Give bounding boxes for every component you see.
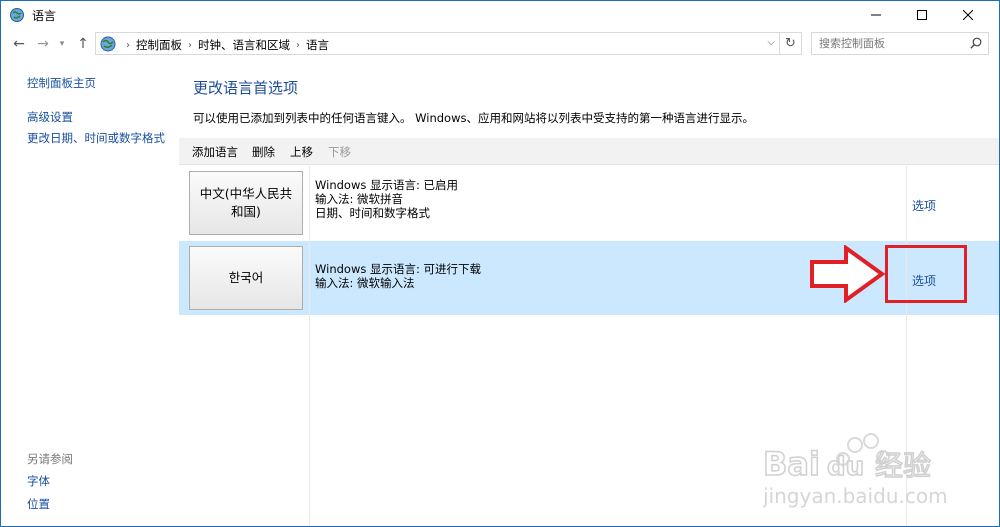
search-input[interactable]	[812, 33, 962, 54]
address-dropdown-icon[interactable]: ⌵	[767, 37, 775, 48]
refresh-icon: ↻	[785, 36, 796, 51]
page-title: 更改语言首选项	[193, 79, 299, 97]
recent-locations-button[interactable]: ▾	[55, 34, 69, 54]
language-tile[interactable]: 中文(中华人民共和国)	[189, 171, 303, 235]
control-panel-icon	[100, 36, 116, 52]
arrow-left-icon: ←	[13, 36, 25, 52]
change-date-time-format-link[interactable]: 更改日期、时间或数字格式	[27, 130, 165, 146]
annotation-highlight-box	[885, 245, 967, 303]
see-also-heading: 另请参阅	[27, 452, 73, 466]
display-language-status: Windows 显示语言: 已启用	[315, 178, 459, 192]
svg-text:du: du	[827, 452, 864, 482]
breadcrumb-control-panel[interactable]: 控制面板	[136, 37, 182, 53]
language-globe-icon	[10, 8, 24, 22]
language-window: 语言 ← → ▾ ↑ › 控制面板 › 时钟、语言和区域 › 语言 ⌵ ↻ 搜索…	[0, 0, 1000, 527]
language-details: Windows 显示语言: 已启用 输入法: 微软拼音 日期、时间和数字格式	[315, 178, 458, 220]
window-title: 语言	[32, 9, 57, 23]
column-divider	[309, 166, 310, 526]
minimize-button[interactable]	[853, 1, 899, 29]
move-up-button[interactable]: 上移	[290, 144, 313, 160]
chevron-down-icon: ▾	[59, 39, 65, 49]
date-time-format-status: 日期、时间和数字格式	[315, 206, 430, 220]
left-pane: 控制面板主页 高级设置 更改日期、时间或数字格式 另请参阅 字体 位置	[1, 59, 179, 526]
breadcrumb: › 控制面板 › 时钟、语言和区域 › 语言	[120, 37, 329, 53]
navigation-bar: ← → ▾ ↑ › 控制面板 › 时钟、语言和区域 › 语言 ⌵ ↻	[1, 29, 999, 59]
options-link[interactable]: 选项	[912, 197, 936, 214]
maximize-button[interactable]	[899, 1, 945, 29]
svg-text:jingyan.baidu.com: jingyan.baidu.com	[763, 484, 948, 508]
arrow-up-icon: ↑	[77, 36, 89, 52]
breadcrumb-separator-icon: ›	[126, 39, 130, 51]
title-bar: 语言	[1, 1, 999, 29]
input-method: 输入法: 微软拼音	[315, 192, 404, 206]
breadcrumb-clock-language-region[interactable]: 时钟、语言和区域	[198, 37, 290, 53]
svg-text:经验: 经验	[875, 449, 931, 482]
forward-button[interactable]: →	[33, 34, 53, 54]
baidu-watermark-logo: Bai du 经验 jingyan.baidu.com	[763, 433, 948, 508]
arrow-right-icon: →	[37, 36, 49, 52]
svg-text:Bai: Bai	[763, 445, 820, 483]
search-icon[interactable]	[970, 37, 982, 49]
display-language-status: Windows 显示语言: 可进行下载	[315, 262, 482, 276]
location-link[interactable]: 位置	[27, 496, 50, 512]
advanced-settings-link[interactable]: 高级设置	[27, 109, 73, 125]
control-panel-home-link[interactable]: 控制面板主页	[27, 75, 96, 91]
search-box[interactable]	[811, 32, 989, 55]
minimize-icon	[871, 14, 881, 16]
move-down-button[interactable]: 下移	[328, 144, 351, 160]
breadcrumb-separator-icon[interactable]: ›	[188, 40, 192, 51]
annotation-arrow-icon	[810, 245, 886, 303]
breadcrumb-separator-icon[interactable]: ›	[296, 40, 300, 51]
language-tile[interactable]: 한국어	[189, 246, 303, 310]
fonts-link[interactable]: 字体	[27, 473, 50, 489]
language-toolbar: 添加语言 删除 上移 下移	[179, 138, 999, 165]
language-details: Windows 显示语言: 可进行下载 输入法: 微软输入法	[315, 262, 481, 290]
breadcrumb-language[interactable]: 语言	[306, 37, 329, 53]
up-button[interactable]: ↑	[73, 34, 93, 54]
close-icon	[963, 10, 973, 20]
page-description: 可以使用已添加到列表中的任何语言键入。 Windows、应用和网站将以列表中受支…	[193, 111, 754, 125]
refresh-button[interactable]: ↻	[780, 32, 802, 55]
maximize-icon	[917, 10, 927, 20]
address-bar[interactable]: › 控制面板 › 时钟、语言和区域 › 语言 ⌵	[95, 32, 780, 55]
remove-button[interactable]: 删除	[252, 144, 275, 160]
close-button[interactable]	[945, 1, 991, 29]
language-row-chinese[interactable]: 中文(中华人民共和国) Windows 显示语言: 已启用 输入法: 微软拼音 …	[179, 166, 999, 240]
add-language-button[interactable]: 添加语言	[192, 144, 238, 160]
input-method: 输入法: 微软输入法	[315, 276, 415, 290]
back-button[interactable]: ←	[9, 34, 29, 54]
